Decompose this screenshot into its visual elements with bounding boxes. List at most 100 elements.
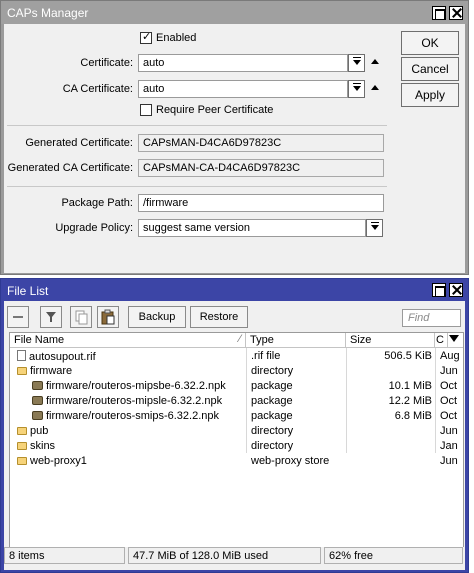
upgrade-policy-dropdown-button[interactable] [366,219,383,237]
package-icon [32,411,43,420]
package-path-label: Package Path: [61,197,133,209]
caps-titlebar[interactable]: CAPs Manager [1,1,468,24]
certificate-dropdown-button[interactable] [348,54,365,72]
status-disk-used: 47.7 MiB of 128.0 MiB used [128,547,321,564]
remove-button[interactable] [7,306,29,328]
column-header-file-name[interactable]: File Name ⁄ [10,333,246,348]
file-name: web-proxy1 [30,455,87,467]
cell-type: package [251,410,293,422]
cell-type: directory [251,425,294,437]
cell-type: directory [251,365,294,377]
column-menu-icon[interactable] [449,335,459,342]
certificate-select[interactable]: auto [138,54,348,72]
certificate-collapse-icon[interactable] [371,59,379,64]
restore-button[interactable]: Restore [190,306,248,328]
upgrade-policy-label: Upgrade Policy: [55,222,133,234]
ok-button[interactable]: OK [401,31,459,55]
cell-created: Aug [440,350,460,362]
table-row[interactable]: skins directory Jan [10,439,463,454]
package-icon [32,396,43,405]
paste-icon [101,309,115,325]
enabled-label: Enabled [156,32,197,44]
cell-created: Oct [440,380,458,392]
generated-certificate-value: CAPsMAN-D4CA6D97823C [138,134,384,152]
window-title: CAPs Manager [7,6,89,20]
generated-ca-certificate-value: CAPsMAN-CA-D4CA6D97823C [138,159,384,177]
chevron-down-icon [371,225,379,230]
ca-certificate-dropdown-button[interactable] [348,80,365,98]
column-header-created[interactable]: C [435,333,448,348]
column-header-type[interactable]: Type [246,333,346,348]
cell-created: Jun [440,455,458,467]
file-name: pub [30,425,49,437]
file-name: firmware/routeros-smips-6.32.2.npk [46,410,220,422]
package-path-input[interactable]: /firmware [138,194,384,212]
file-name: skins [30,440,56,452]
upgrade-policy-select[interactable]: suggest same version [138,219,366,237]
table-header: File Name ⁄ Type Size C [10,333,463,348]
cell-type: package [251,380,293,392]
maximize-icon[interactable] [432,283,446,297]
cell-size [348,454,435,469]
require-peer-label: Require Peer Certificate [156,104,274,116]
caps-manager-window: CAPs Manager Enabled Certificate: auto C… [0,0,469,275]
table-row[interactable]: pub directory Jun [10,424,463,439]
folder-icon [17,427,27,435]
ca-certificate-collapse-icon[interactable] [371,85,379,90]
copy-icon [75,310,88,325]
cell-file-name: web-proxy1 [14,454,244,469]
window-title: File List [7,284,49,298]
cell-file-name: firmware [14,364,244,379]
table-row[interactable]: autosupout.rif .rif file 506.5 KiB Aug [10,349,463,364]
cell-size: 12.2 MiB [388,395,432,407]
find-input[interactable]: Find [402,309,461,327]
status-bar: 8 items 47.7 MiB of 128.0 MiB used 62% f… [4,547,465,564]
table-row[interactable]: firmware directory Jun [10,364,463,379]
file-list-titlebar[interactable]: File List [1,279,468,301]
status-disk-free: 62% free [324,547,463,564]
table-row[interactable]: firmware/routeros-smips-6.32.2.npk packag… [10,409,463,424]
cell-file-name: firmware/routeros-smips-6.32.2.npk [29,409,244,424]
table-row[interactable]: web-proxy1 web-proxy store Jun [10,454,463,469]
cell-created: Oct [440,410,458,422]
cell-size: 6.8 MiB [394,410,432,422]
column-label: File Name [14,334,65,346]
copy-button[interactable] [70,306,92,328]
filter-button[interactable] [40,306,62,328]
maximize-icon[interactable] [432,6,446,20]
filter-icon [46,312,56,322]
file-name: autosupout.rif [29,351,96,363]
status-item-count: 8 items [4,547,125,564]
cell-size: 10.1 MiB [388,380,432,392]
close-icon[interactable] [449,283,463,297]
table-row[interactable]: firmware/routeros-mipsbe-6.32.2.npk packa… [10,379,463,394]
cell-created: Jan [440,440,458,452]
close-icon[interactable] [449,6,463,20]
paste-button[interactable] [97,306,119,328]
chevron-down-icon [353,86,361,91]
cell-size [348,424,435,439]
ca-certificate-label: CA Certificate: [62,83,133,95]
cell-created: Oct [440,395,458,407]
file-icon [17,350,26,361]
column-header-size[interactable]: Size [346,333,435,348]
cell-size [348,439,435,454]
cancel-button[interactable]: Cancel [401,57,459,81]
ca-certificate-select[interactable]: auto [138,80,348,98]
caps-form: Enabled Certificate: auto CA Certificate… [4,24,465,273]
apply-button[interactable]: Apply [401,83,459,107]
minus-icon [13,316,23,318]
enabled-checkbox[interactable] [140,30,152,44]
table-row[interactable]: firmware/routeros-mipsle-6.32.2.npk packa… [10,394,463,409]
cell-created: Jun [440,365,458,377]
package-icon [32,381,43,390]
cell-type: .rif file [251,350,281,362]
cell-type: directory [251,440,294,452]
cell-size: 506.5 KiB [384,350,432,362]
backup-button[interactable]: Backup [128,306,186,328]
cell-file-name: pub [14,424,244,439]
cell-type: web-proxy store [251,455,330,467]
require-peer-checkbox[interactable] [140,104,152,116]
generated-certificate-label: Generated Certificate: [25,137,133,149]
generated-ca-certificate-label: Generated CA Certificate: [7,162,133,174]
